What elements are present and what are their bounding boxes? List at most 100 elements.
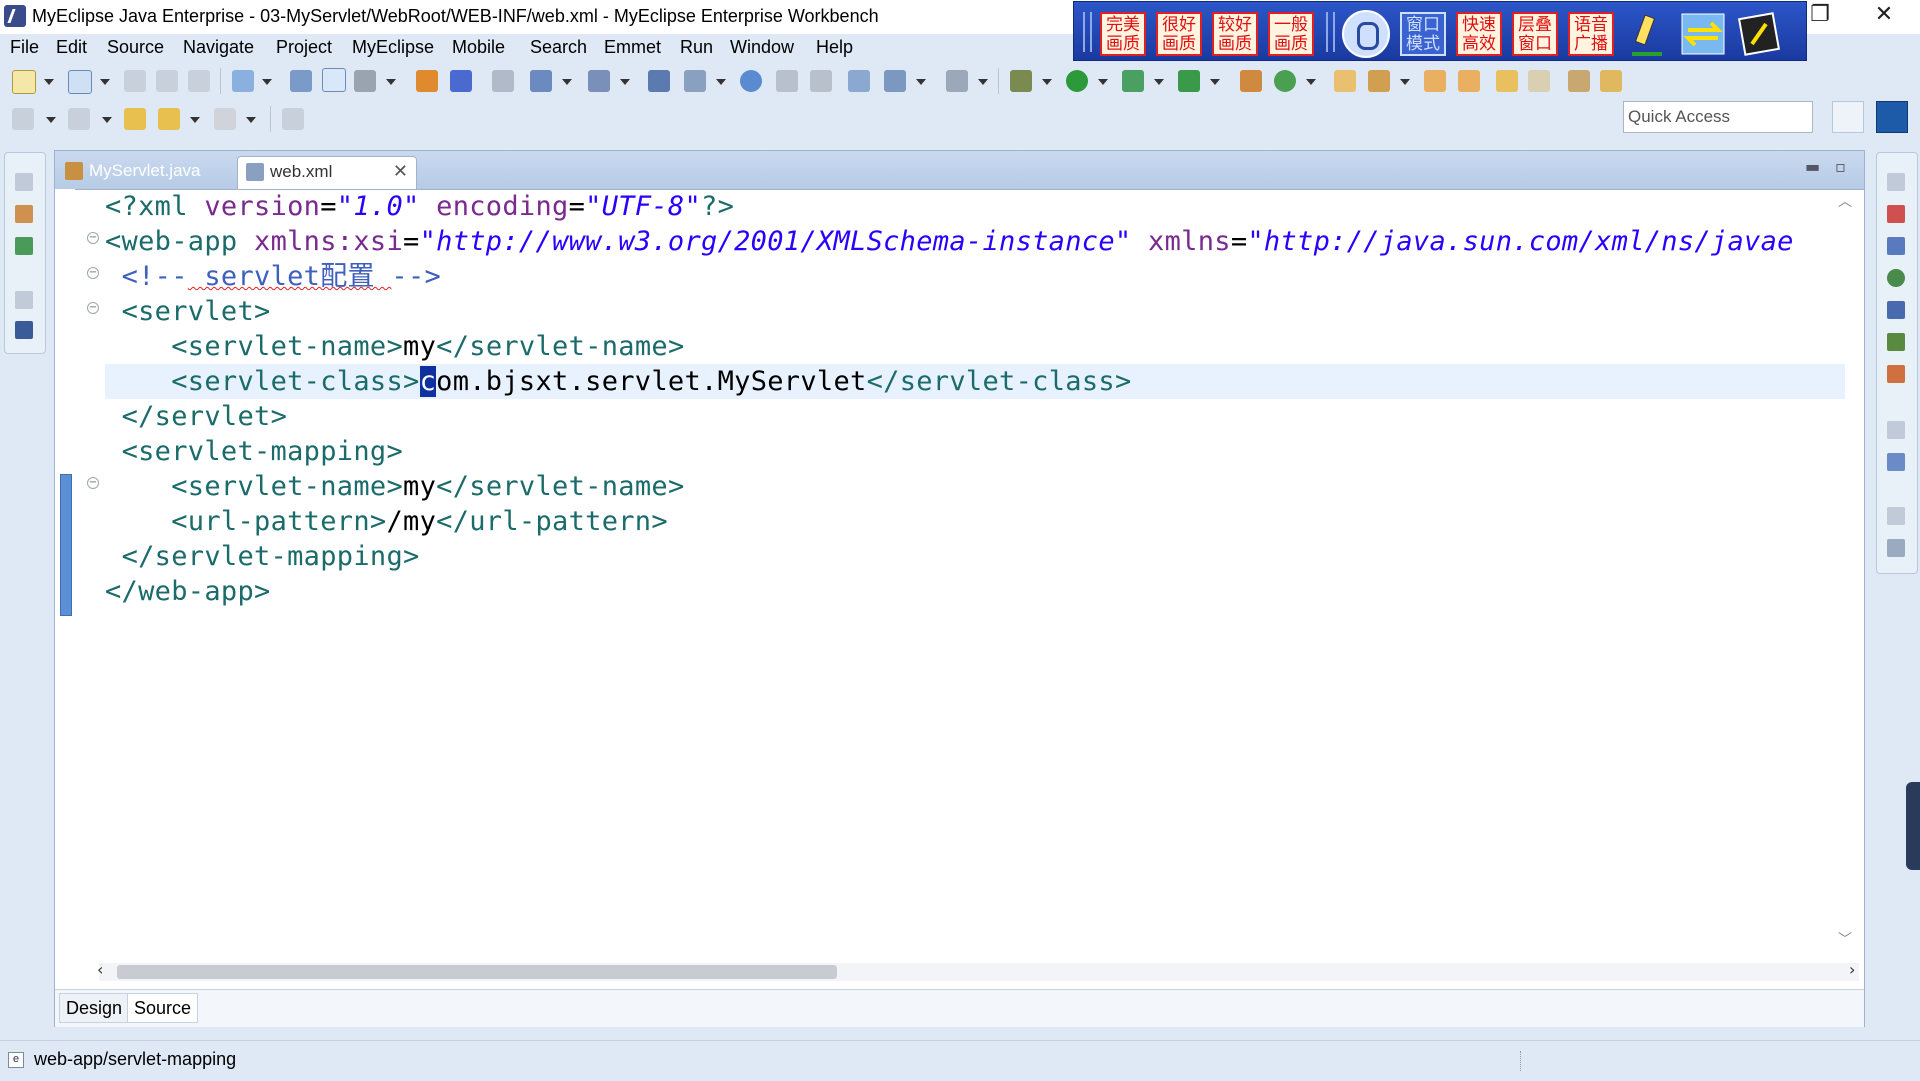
wand-icon[interactable] <box>530 70 552 92</box>
export-dropdown-icon[interactable] <box>716 79 726 85</box>
menu-myeclipse[interactable]: MyEclipse <box>352 37 434 58</box>
forward-icon[interactable] <box>214 108 236 130</box>
refresh-dropdown-icon[interactable] <box>1306 79 1316 85</box>
close-window-button[interactable]: ✕ <box>1856 0 1912 32</box>
back-dropdown-icon[interactable] <box>190 117 200 123</box>
scroll-down-icon[interactable]: ﹀ <box>1838 929 1852 949</box>
deploy-icon[interactable] <box>232 70 254 92</box>
server-icon[interactable] <box>492 70 514 92</box>
problems-icon[interactable] <box>1887 333 1905 351</box>
pin-dropdown-icon[interactable] <box>1400 79 1410 85</box>
snippets-icon[interactable] <box>1887 365 1905 383</box>
new-icon[interactable] <box>12 70 36 94</box>
wand-dropdown-icon[interactable] <box>562 79 572 85</box>
close-tab-icon[interactable]: ✕ <box>393 157 408 187</box>
restore-view-icon[interactable] <box>1887 421 1905 439</box>
menu-file[interactable]: File <box>10 37 39 58</box>
export-icon[interactable] <box>684 70 706 92</box>
minimize-editor-icon[interactable]: ▬ <box>1805 157 1820 176</box>
hourglass-icon[interactable] <box>1568 70 1590 92</box>
horizontal-scrollbar[interactable]: ‹ › <box>97 960 1859 981</box>
debug-icon[interactable] <box>1010 70 1032 92</box>
package-explorer-icon[interactable] <box>15 205 33 223</box>
refresh-icon[interactable] <box>1274 70 1296 92</box>
fold-toggle-icon[interactable]: − <box>87 302 99 314</box>
forward-dropdown-icon[interactable] <box>246 117 256 123</box>
db-icon[interactable] <box>648 70 670 92</box>
code-area[interactable]: − − − − <?xml version="1.0" encoding="UT… <box>55 189 1855 947</box>
menu-mobile[interactable]: Mobile <box>452 37 505 58</box>
menu-navigate[interactable]: Navigate <box>183 37 254 58</box>
toggle-mark-icon[interactable] <box>322 68 346 92</box>
redo-edit-icon[interactable] <box>1528 70 1550 92</box>
print-icon[interactable] <box>188 70 210 92</box>
web-browser-icon[interactable] <box>884 70 906 92</box>
tab-design[interactable]: Design <box>59 993 130 1023</box>
outline-icon[interactable] <box>1887 205 1905 223</box>
external-tools-icon[interactable] <box>1178 70 1200 92</box>
properties-icon[interactable] <box>1887 539 1905 557</box>
web-browser-dropdown-icon[interactable] <box>916 79 926 85</box>
search-tool-icon[interactable] <box>354 70 376 92</box>
menu-window[interactable]: Window <box>730 37 794 58</box>
hierarchy-icon[interactable] <box>15 237 33 255</box>
side-scroll-handle[interactable] <box>1906 782 1920 870</box>
new-dropdown-icon[interactable] <box>44 79 54 85</box>
fold-toggle-icon[interactable]: − <box>87 267 99 279</box>
debug-dropdown-icon[interactable] <box>1042 79 1052 85</box>
scroll-right-icon[interactable]: › <box>1849 960 1855 979</box>
tab-source[interactable]: Source <box>127 993 199 1023</box>
horizontal-scroll-thumb[interactable] <box>117 965 837 979</box>
open-folder-icon[interactable] <box>1334 70 1356 92</box>
run-last-dropdown-icon[interactable] <box>1154 79 1164 85</box>
restore-view-icon[interactable] <box>15 173 33 191</box>
fold-toggle-icon[interactable]: − <box>87 477 99 489</box>
last-edit-location-icon[interactable] <box>124 108 146 130</box>
pin-editor-icon[interactable] <box>282 108 304 130</box>
open-perspective-icon[interactable] <box>1832 101 1864 133</box>
docs-icon[interactable] <box>776 70 798 92</box>
previous-annotation-dropdown-icon[interactable] <box>102 117 112 123</box>
structure-icon[interactable] <box>1887 453 1905 471</box>
maximize-editor-icon[interactable]: ▫ <box>1835 157 1846 176</box>
back-icon[interactable] <box>158 108 180 130</box>
console-icon[interactable] <box>1887 301 1905 319</box>
next-annotation-icon[interactable] <box>12 108 34 130</box>
menu-source[interactable]: Source <box>107 37 164 58</box>
open-type-icon[interactable] <box>290 70 312 92</box>
web-service-dropdown-icon[interactable] <box>620 79 630 85</box>
fold-toggle-icon[interactable]: − <box>87 232 99 244</box>
menu-help[interactable]: Help <box>816 37 853 58</box>
folder-icon[interactable] <box>1458 70 1480 92</box>
cube-icon[interactable] <box>450 70 472 92</box>
report-icon[interactable] <box>810 70 832 92</box>
scroll-left-icon[interactable]: ‹ <box>97 960 103 979</box>
menu-search[interactable]: Search <box>530 37 587 58</box>
external-tools-dropdown-icon[interactable] <box>1210 79 1220 85</box>
quick-access-input[interactable]: Quick Access <box>1623 101 1813 133</box>
next-annotation-dropdown-icon[interactable] <box>46 117 56 123</box>
vertical-scrollbar[interactable]: ︿ ﹀ <box>1838 191 1860 951</box>
previous-annotation-icon[interactable] <box>68 108 90 130</box>
pin-icon[interactable] <box>1368 70 1390 92</box>
save-icon[interactable] <box>124 70 146 92</box>
deploy-dropdown-icon[interactable] <box>262 79 272 85</box>
menu-emmet[interactable]: Emmet <box>604 37 661 58</box>
table-icon[interactable] <box>848 70 870 92</box>
new-project-icon[interactable] <box>68 70 92 94</box>
menu-edit[interactable]: Edit <box>56 37 87 58</box>
task-icon[interactable] <box>1600 70 1622 92</box>
scroll-up-icon[interactable]: ︿ <box>1838 191 1852 211</box>
save-all-icon[interactable] <box>156 70 178 92</box>
servers-icon[interactable] <box>1887 269 1905 287</box>
search-tool-dropdown-icon[interactable] <box>386 79 396 85</box>
image-view-icon[interactable] <box>15 321 33 339</box>
undo-edit-icon[interactable] <box>1496 70 1518 92</box>
tab-web-xml[interactable]: web.xml ✕ <box>237 156 417 189</box>
globe-icon[interactable] <box>740 70 762 92</box>
tasks-icon[interactable] <box>1887 237 1905 255</box>
myeclipse-perspective-icon[interactable] <box>1876 101 1908 133</box>
run-icon[interactable] <box>1066 70 1088 92</box>
tab-myservlet-java[interactable]: MyServlet.java <box>57 156 237 189</box>
screenshot-dropdown-icon[interactable] <box>978 79 988 85</box>
